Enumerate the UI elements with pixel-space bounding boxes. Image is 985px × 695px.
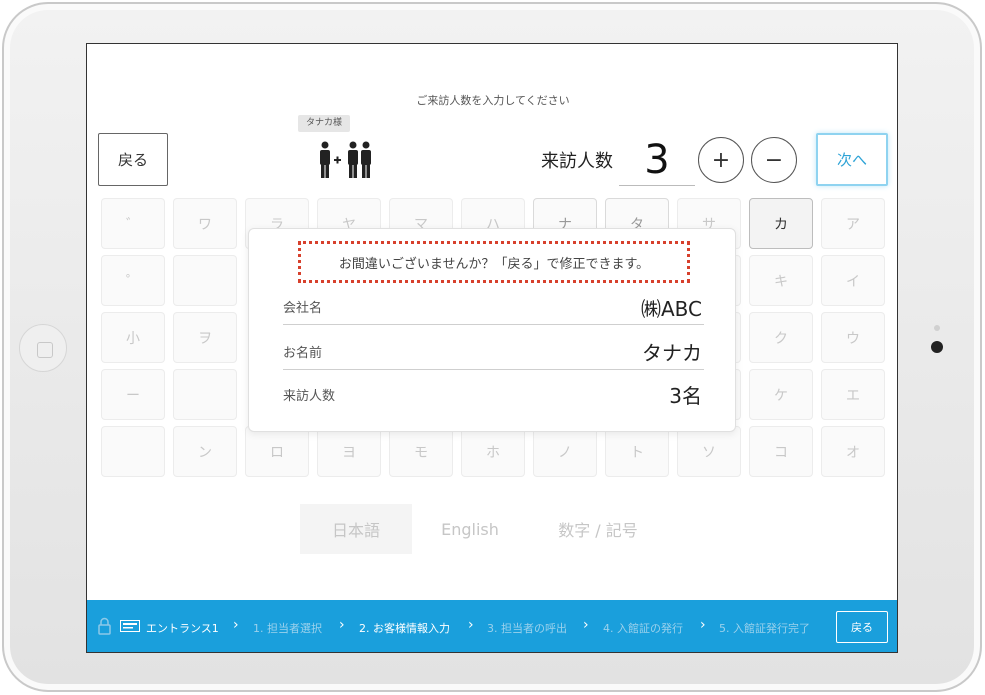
count-value: 3名 — [669, 384, 702, 408]
company-value: ㈱ABC — [640, 297, 702, 321]
chevron-right-icon: › — [233, 617, 239, 633]
kana-key[interactable]: ー — [101, 369, 165, 420]
kana-key[interactable]: ア — [821, 198, 885, 249]
name-label: お名前 — [283, 346, 323, 361]
kana-key[interactable] — [101, 426, 165, 477]
tab-japanese[interactable]: 日本語 — [300, 504, 412, 554]
status-back-button[interactable]: 戻る — [836, 611, 888, 643]
visitor-name-tag: タナカ様 — [298, 115, 350, 132]
kana-key[interactable]: オ — [821, 426, 885, 477]
kana-key[interactable]: ト — [605, 426, 669, 477]
chevron-right-icon: › — [468, 617, 474, 633]
camera-icon — [931, 341, 943, 353]
kana-key[interactable]: イ — [821, 255, 885, 306]
tab-numbers-symbols[interactable]: 数字 / 記号 — [528, 504, 668, 554]
step-4: 4. 入館証の発行 — [603, 622, 683, 635]
divider — [283, 369, 704, 370]
kana-key[interactable]: ヨ — [317, 426, 381, 477]
kana-key[interactable] — [173, 255, 237, 306]
kana-key[interactable]: ヲ — [173, 312, 237, 363]
lock-icon — [98, 617, 111, 635]
entrance-label: エントランス1 — [146, 622, 219, 635]
divider — [283, 324, 704, 325]
kana-key[interactable]: ワ — [173, 198, 237, 249]
kana-key[interactable]: ロ — [245, 426, 309, 477]
kana-key[interactable]: ン — [173, 426, 237, 477]
kana-key[interactable]: エ — [821, 369, 885, 420]
step-5: 5. 入館証発行完了 — [719, 622, 810, 635]
app-screen: ご来訪人数を入力してください 戻る タナカ様 来訪人数 3 + − 次へ ゛ ワ… — [86, 43, 898, 653]
warning-message: お間違いございませんか？「戻る」で修正できます。 — [298, 241, 690, 283]
home-button[interactable] — [19, 324, 67, 372]
chevron-right-icon: › — [339, 617, 345, 633]
page-prompt: ご来訪人数を入力してください — [416, 94, 570, 107]
kana-key[interactable]: モ — [389, 426, 453, 477]
kana-key[interactable]: 小 — [101, 312, 165, 363]
kana-key[interactable]: ゜ — [101, 255, 165, 306]
kana-key[interactable]: ケ — [749, 369, 813, 420]
kana-key[interactable] — [173, 369, 237, 420]
kana-key[interactable]: ホ — [461, 426, 525, 477]
kana-key[interactable]: ノ — [533, 426, 597, 477]
back-button[interactable]: 戻る — [98, 133, 168, 186]
kana-key[interactable]: キ — [749, 255, 813, 306]
tab-english[interactable]: English — [414, 504, 526, 554]
increment-button[interactable]: + — [698, 137, 744, 183]
company-label: 会社名 — [283, 301, 323, 316]
visitors-icon — [320, 141, 371, 178]
kana-key[interactable]: ク — [749, 312, 813, 363]
visitor-count-field[interactable]: 3 — [619, 134, 695, 186]
decrement-button[interactable]: − — [751, 137, 797, 183]
next-button[interactable]: 次へ — [816, 133, 888, 186]
progress-bar: エントランス1 › 1. 担当者選択 › 2. お客様情報入力 › 3. 担当者… — [87, 600, 897, 652]
step-1: 1. 担当者選択 — [253, 622, 322, 635]
id-card-icon — [120, 620, 140, 632]
confirmation-popup: お間違いございませんか？「戻る」で修正できます。 会社名 ㈱ABC お名前 タナ… — [248, 228, 736, 432]
sensor-dot — [934, 325, 940, 331]
name-value: タナカ — [642, 341, 702, 365]
kana-key[interactable]: コ — [749, 426, 813, 477]
chevron-right-icon: › — [583, 617, 589, 633]
visitor-count-label: 来訪人数 — [541, 151, 613, 172]
kana-key[interactable]: カ — [749, 198, 813, 249]
kana-key[interactable]: ゛ — [101, 198, 165, 249]
step-2-current: 2. お客様情報入力 — [359, 622, 450, 635]
count-label: 来訪人数 — [283, 389, 336, 404]
step-3: 3. 担当者の呼出 — [487, 622, 567, 635]
chevron-right-icon: › — [700, 617, 706, 633]
kana-key[interactable]: ウ — [821, 312, 885, 363]
kana-key[interactable]: ソ — [677, 426, 741, 477]
